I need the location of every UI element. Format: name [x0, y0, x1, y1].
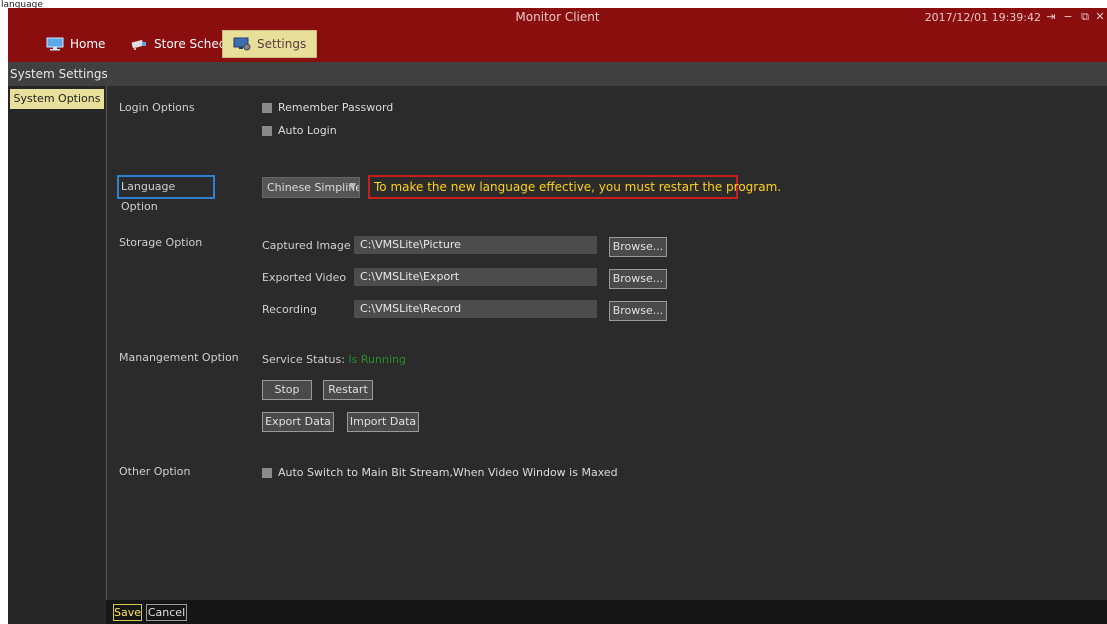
- settings-panel: Login Options Remember Password Auto Log…: [106, 86, 1107, 600]
- tab-home-label: Home: [70, 37, 106, 51]
- restart-warning: To make the new language effective, you …: [368, 175, 781, 199]
- logout-icon[interactable]: ⇥: [1044, 10, 1058, 24]
- restart-button[interactable]: Restart: [323, 380, 373, 400]
- service-status-label: Service Status:: [262, 353, 345, 366]
- service-status-value: Is Running: [348, 353, 406, 366]
- section-title: System Settings: [10, 67, 108, 81]
- auto-switch-checkbox[interactable]: Auto Switch to Main Bit Stream,When Vide…: [262, 466, 618, 479]
- checkbox-box: [262, 467, 272, 478]
- monitor-icon: [46, 37, 64, 51]
- auto-switch-label: Auto Switch to Main Bit Stream,When Vide…: [278, 466, 618, 479]
- captured-image-path[interactable]: C:\VMSLite\Picture: [354, 236, 597, 254]
- restore-icon[interactable]: ⧉: [1078, 10, 1092, 24]
- tab-settings[interactable]: Settings: [222, 30, 318, 58]
- sub-header: System Settings: [8, 62, 1107, 86]
- cancel-button[interactable]: Cancel: [146, 604, 187, 621]
- remember-password-label: Remember Password: [278, 101, 394, 114]
- camera-icon: [130, 37, 148, 51]
- title-bar: Monitor Client 2017/12/01 19:39:42 ⇥ − ⧉…: [8, 8, 1107, 27]
- tab-store-sched-label: Store Sched: [154, 37, 227, 51]
- sidebar: System Options: [8, 86, 106, 624]
- storage-option-label: Storage Option: [119, 236, 203, 249]
- stop-button[interactable]: Stop: [262, 380, 312, 400]
- language-select[interactable]: Chinese Simplified ▼: [262, 177, 360, 198]
- auto-login-label: Auto Login: [278, 124, 337, 137]
- tab-home[interactable]: Home: [36, 30, 115, 58]
- checkbox-box: [262, 102, 272, 113]
- tab-settings-label: Settings: [257, 37, 307, 51]
- language-option-label: Language Option: [117, 175, 215, 213]
- exported-video-path[interactable]: C:\VMSLite\Export: [354, 268, 597, 286]
- save-button[interactable]: Save: [113, 604, 142, 621]
- other-option-label: Other Option: [119, 465, 191, 478]
- browse-recording-button[interactable]: Browse...: [609, 301, 667, 321]
- exported-video-label: Exported Video: [262, 271, 347, 284]
- chevron-down-icon: ▼: [349, 182, 356, 192]
- main-nav: Home Store Sched Settings: [8, 27, 1107, 62]
- language-select-value: Chinese Simplified: [267, 181, 360, 194]
- login-options-label: Login Options: [119, 101, 195, 114]
- export-data-button[interactable]: Export Data: [262, 412, 334, 432]
- browse-exported-video-button[interactable]: Browse...: [609, 269, 667, 289]
- footer-bar: Save Cancel: [106, 600, 1107, 624]
- checkbox-box: [262, 125, 272, 136]
- recording-label: Recording: [262, 303, 318, 316]
- auto-login-checkbox[interactable]: Auto Login: [262, 124, 337, 137]
- settings-monitor-icon: [233, 37, 251, 51]
- sidebar-item-system-options[interactable]: System Options: [10, 89, 104, 109]
- management-option-label: Manangement Option: [119, 351, 239, 364]
- minimize-icon[interactable]: −: [1061, 10, 1075, 24]
- clock-datetime: 2017/12/01 19:39:42: [924, 11, 1041, 24]
- service-status: Service Status: Is Running: [262, 353, 406, 366]
- tab-store-sched[interactable]: Store Sched: [120, 30, 236, 58]
- browse-captured-image-button[interactable]: Browse...: [609, 237, 667, 257]
- remember-password-checkbox[interactable]: Remember Password: [262, 101, 393, 114]
- close-icon[interactable]: ✕: [1093, 10, 1107, 24]
- recording-path[interactable]: C:\VMSLite\Record: [354, 300, 597, 318]
- import-data-button[interactable]: Import Data: [347, 412, 419, 432]
- captured-image-label: Captured Image: [262, 239, 351, 252]
